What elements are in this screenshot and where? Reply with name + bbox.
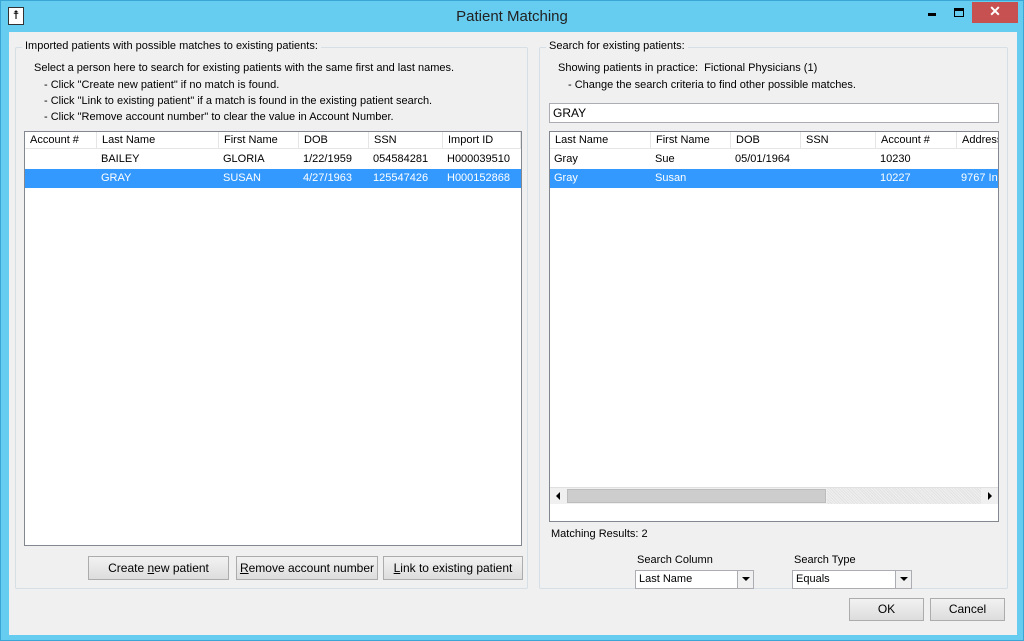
existing-patients-list[interactable]: Last Name First Name DOB SSN Account # A…	[549, 131, 999, 522]
list-header: Account # Last Name First Name DOB SSN I…	[25, 132, 521, 149]
search-type-label: Search Type	[794, 554, 856, 566]
column-header-import-id[interactable]: Import ID	[443, 132, 521, 149]
showing-label: Showing patients in practice:	[558, 62, 699, 74]
minimize-icon[interactable]	[919, 2, 945, 23]
instruction-line: - Click "Link to existing patient" if a …	[44, 95, 433, 107]
scroll-left-icon[interactable]	[550, 488, 567, 504]
search-column-label: Search Column	[637, 554, 713, 566]
cell-address: 9767 Ins	[961, 172, 998, 184]
instruction-line: - Click "Create new patient" if no match…	[44, 79, 280, 91]
search-input[interactable]: GRAY	[549, 103, 999, 123]
remove-button-accelerator: R	[239, 561, 249, 575]
link-button-label-part: ink to existing patient	[400, 561, 513, 575]
cell-account: 10227	[880, 172, 911, 184]
table-row-selected[interactable]: GRAY SUSAN 4/27/1963 125547426 H00015286…	[25, 169, 521, 188]
cell-ssn: 054584281	[373, 153, 429, 165]
instruction-line: Select a person here to search for exist…	[34, 62, 455, 74]
cell-account	[25, 150, 97, 169]
cell-address	[957, 150, 998, 169]
search-existing-group: Search for existing patients: Showing pa…	[539, 40, 1008, 589]
imported-patients-legend: Imported patients with possible matches …	[22, 40, 321, 52]
column-header-dob[interactable]: DOB	[731, 132, 801, 149]
dialog-client-area: Imported patients with possible matches …	[9, 32, 1017, 635]
cell-account: 10230	[880, 153, 911, 165]
scrollbar-track[interactable]	[827, 488, 981, 504]
search-type-value: Equals	[796, 573, 830, 585]
cell-first-name: GLORIA	[223, 153, 265, 165]
cell-ssn: 125547426	[373, 172, 429, 184]
cell-ssn	[801, 169, 876, 188]
search-existing-legend: Search for existing patients:	[546, 40, 688, 52]
cell-import-id: H000152868	[447, 172, 511, 184]
column-header-account[interactable]: Account #	[25, 132, 97, 149]
title-bar[interactable]: ☨ Patient Matching ✕	[1, 1, 1023, 32]
imported-patients-group: Imported patients with possible matches …	[15, 40, 528, 589]
remove-account-number-button[interactable]: Remove account number	[236, 556, 378, 580]
column-header-ssn[interactable]: SSN	[801, 132, 876, 149]
imported-patients-list[interactable]: Account # Last Name First Name DOB SSN I…	[24, 131, 522, 546]
column-header-last-name[interactable]: Last Name	[97, 132, 219, 149]
column-header-first-name[interactable]: First Name	[219, 132, 299, 149]
search-column-value: Last Name	[639, 573, 693, 585]
link-to-existing-patient-button[interactable]: Link to existing patient	[383, 556, 523, 580]
instruction-line: - Click "Remove account number" to clear…	[44, 111, 394, 123]
column-header-first-name[interactable]: First Name	[651, 132, 731, 149]
column-header-last-name[interactable]: Last Name	[550, 132, 651, 149]
create-button-label-part: Create	[108, 561, 148, 575]
window-title: Patient Matching	[456, 8, 568, 25]
column-header-address[interactable]: Address	[957, 132, 998, 149]
create-button-label-part: ew patient	[154, 561, 209, 575]
search-type-select[interactable]: Equals	[792, 570, 912, 589]
maximize-icon[interactable]	[945, 2, 972, 23]
ok-button[interactable]: OK	[849, 598, 924, 621]
cell-first-name: Sue	[655, 153, 675, 165]
scrollbar-thumb[interactable]	[567, 489, 826, 503]
cell-last-name: Gray	[554, 172, 578, 184]
cell-account	[25, 169, 97, 188]
table-row[interactable]: Gray Sue 05/01/1964 10230	[550, 150, 998, 169]
cell-last-name: BAILEY	[101, 153, 140, 165]
cell-dob: 05/01/1964	[735, 153, 791, 165]
table-row[interactable]: BAILEY GLORIA 1/22/1959 054584281 H00003…	[25, 150, 521, 169]
search-column-select[interactable]: Last Name	[635, 570, 754, 589]
practice-name: Fictional Physicians (1)	[704, 62, 818, 74]
column-header-account[interactable]: Account #	[876, 132, 957, 149]
cell-dob: 4/27/1963	[303, 172, 352, 184]
practice-info: Showing patients in practice: Fictional …	[558, 62, 817, 74]
cell-first-name: SUSAN	[223, 172, 261, 184]
remove-button-label-part: emove account number	[248, 561, 375, 575]
close-icon[interactable]: ✕	[972, 2, 1018, 23]
table-row-selected[interactable]: Gray Susan 10227 9767 Ins	[550, 169, 998, 188]
cell-ssn	[801, 150, 876, 169]
list-header: Last Name First Name DOB SSN Account # A…	[550, 132, 998, 149]
cancel-button[interactable]: Cancel	[930, 598, 1005, 621]
cell-dob	[731, 169, 801, 188]
cell-first-name: Susan	[655, 172, 687, 184]
matching-results-count: Matching Results: 2	[551, 528, 648, 540]
chevron-down-icon[interactable]	[737, 571, 753, 588]
horizontal-scrollbar[interactable]	[550, 487, 998, 504]
patient-matching-window: ☨ Patient Matching ✕ Imported patients w…	[0, 0, 1024, 641]
cell-last-name: Gray	[554, 153, 578, 165]
create-new-patient-button[interactable]: Create new patient	[88, 556, 229, 580]
scroll-right-icon[interactable]	[981, 488, 998, 504]
column-header-dob[interactable]: DOB	[299, 132, 369, 149]
cell-last-name: GRAY	[101, 172, 132, 184]
chevron-down-icon[interactable]	[895, 571, 911, 588]
search-hint: - Change the search criteria to find oth…	[568, 79, 856, 91]
cell-dob: 1/22/1959	[303, 153, 352, 165]
cell-import-id: H000039510	[447, 153, 511, 165]
column-header-ssn[interactable]: SSN	[369, 132, 443, 149]
